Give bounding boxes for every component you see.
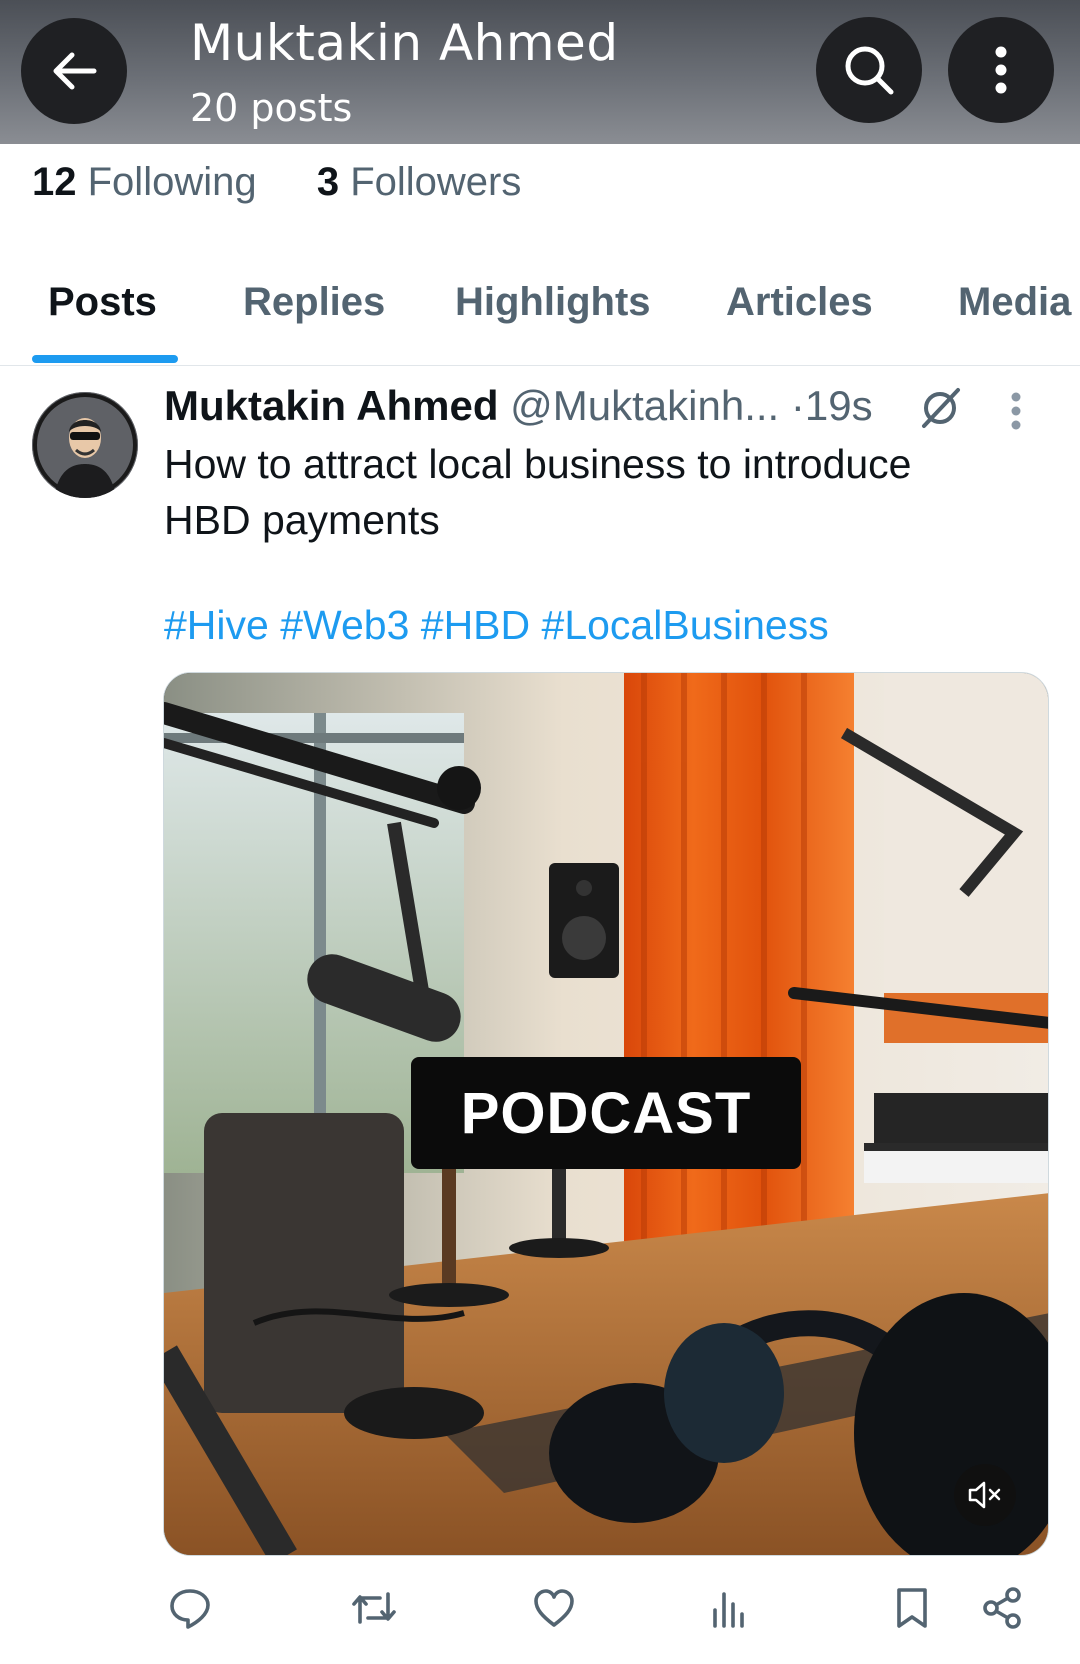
post-header: Muktakin Ahmed @Muktakinh... ·19s bbox=[164, 382, 873, 430]
muted-speaker-icon bbox=[968, 1481, 1001, 1509]
following-link[interactable]: 12 Following bbox=[32, 160, 268, 204]
tab-posts[interactable]: Posts bbox=[48, 280, 157, 325]
share-icon[interactable] bbox=[980, 1586, 1024, 1635]
mute-button[interactable] bbox=[954, 1464, 1016, 1526]
repost-icon[interactable] bbox=[350, 1586, 398, 1635]
tab-replies[interactable]: Replies bbox=[243, 280, 385, 325]
followers-count: 3 bbox=[316, 160, 340, 204]
search-icon bbox=[845, 46, 894, 95]
views-icon[interactable] bbox=[710, 1586, 750, 1635]
podcast-label: PODCAST bbox=[411, 1057, 801, 1169]
bookmark-icon[interactable] bbox=[892, 1586, 932, 1635]
search-button[interactable] bbox=[816, 17, 922, 123]
arrow-left-icon bbox=[53, 52, 97, 90]
tab-articles[interactable]: Articles bbox=[726, 280, 873, 325]
header-posts-count: 20 posts bbox=[190, 86, 353, 130]
tab-highlights[interactable]: Highlights bbox=[455, 280, 651, 325]
post-author-handle[interactable]: @Muktakinh... bbox=[510, 382, 779, 429]
avatar-illustration bbox=[32, 392, 138, 498]
follow-stats: 12 Following 3 Followers bbox=[32, 160, 521, 205]
back-button[interactable] bbox=[21, 18, 127, 124]
post-author-name[interactable]: Muktakin Ahmed bbox=[164, 382, 498, 429]
reply-icon[interactable] bbox=[168, 1586, 212, 1635]
more-vertical-icon bbox=[995, 46, 1007, 94]
avatar[interactable] bbox=[32, 392, 138, 498]
post-timestamp: ·19s bbox=[790, 382, 873, 429]
like-icon[interactable] bbox=[532, 1586, 576, 1635]
following-label: Following bbox=[87, 160, 257, 204]
followers-link[interactable]: 3 Followers bbox=[317, 160, 522, 204]
followers-label: Followers bbox=[350, 160, 522, 204]
post-text: How to attract local business to introdu… bbox=[164, 441, 912, 543]
post-hashtags[interactable]: #Hive #Web3 #HBD #LocalBusiness bbox=[164, 602, 829, 649]
profile-tabs: Posts Replies Highlights Articles Media bbox=[0, 276, 1080, 366]
header-profile-name: Muktakin Ahmed bbox=[190, 14, 619, 72]
more-options-button[interactable] bbox=[948, 17, 1054, 123]
following-count: 12 bbox=[32, 160, 77, 204]
active-tab-indicator bbox=[32, 355, 178, 363]
grok-icon[interactable] bbox=[918, 386, 962, 435]
post-more-icon[interactable] bbox=[1010, 392, 1022, 435]
profile-header: Muktakin Ahmed 20 posts bbox=[0, 0, 1080, 144]
post-media-video[interactable]: PODCAST bbox=[163, 672, 1049, 1556]
tab-media[interactable]: Media bbox=[958, 280, 1071, 325]
